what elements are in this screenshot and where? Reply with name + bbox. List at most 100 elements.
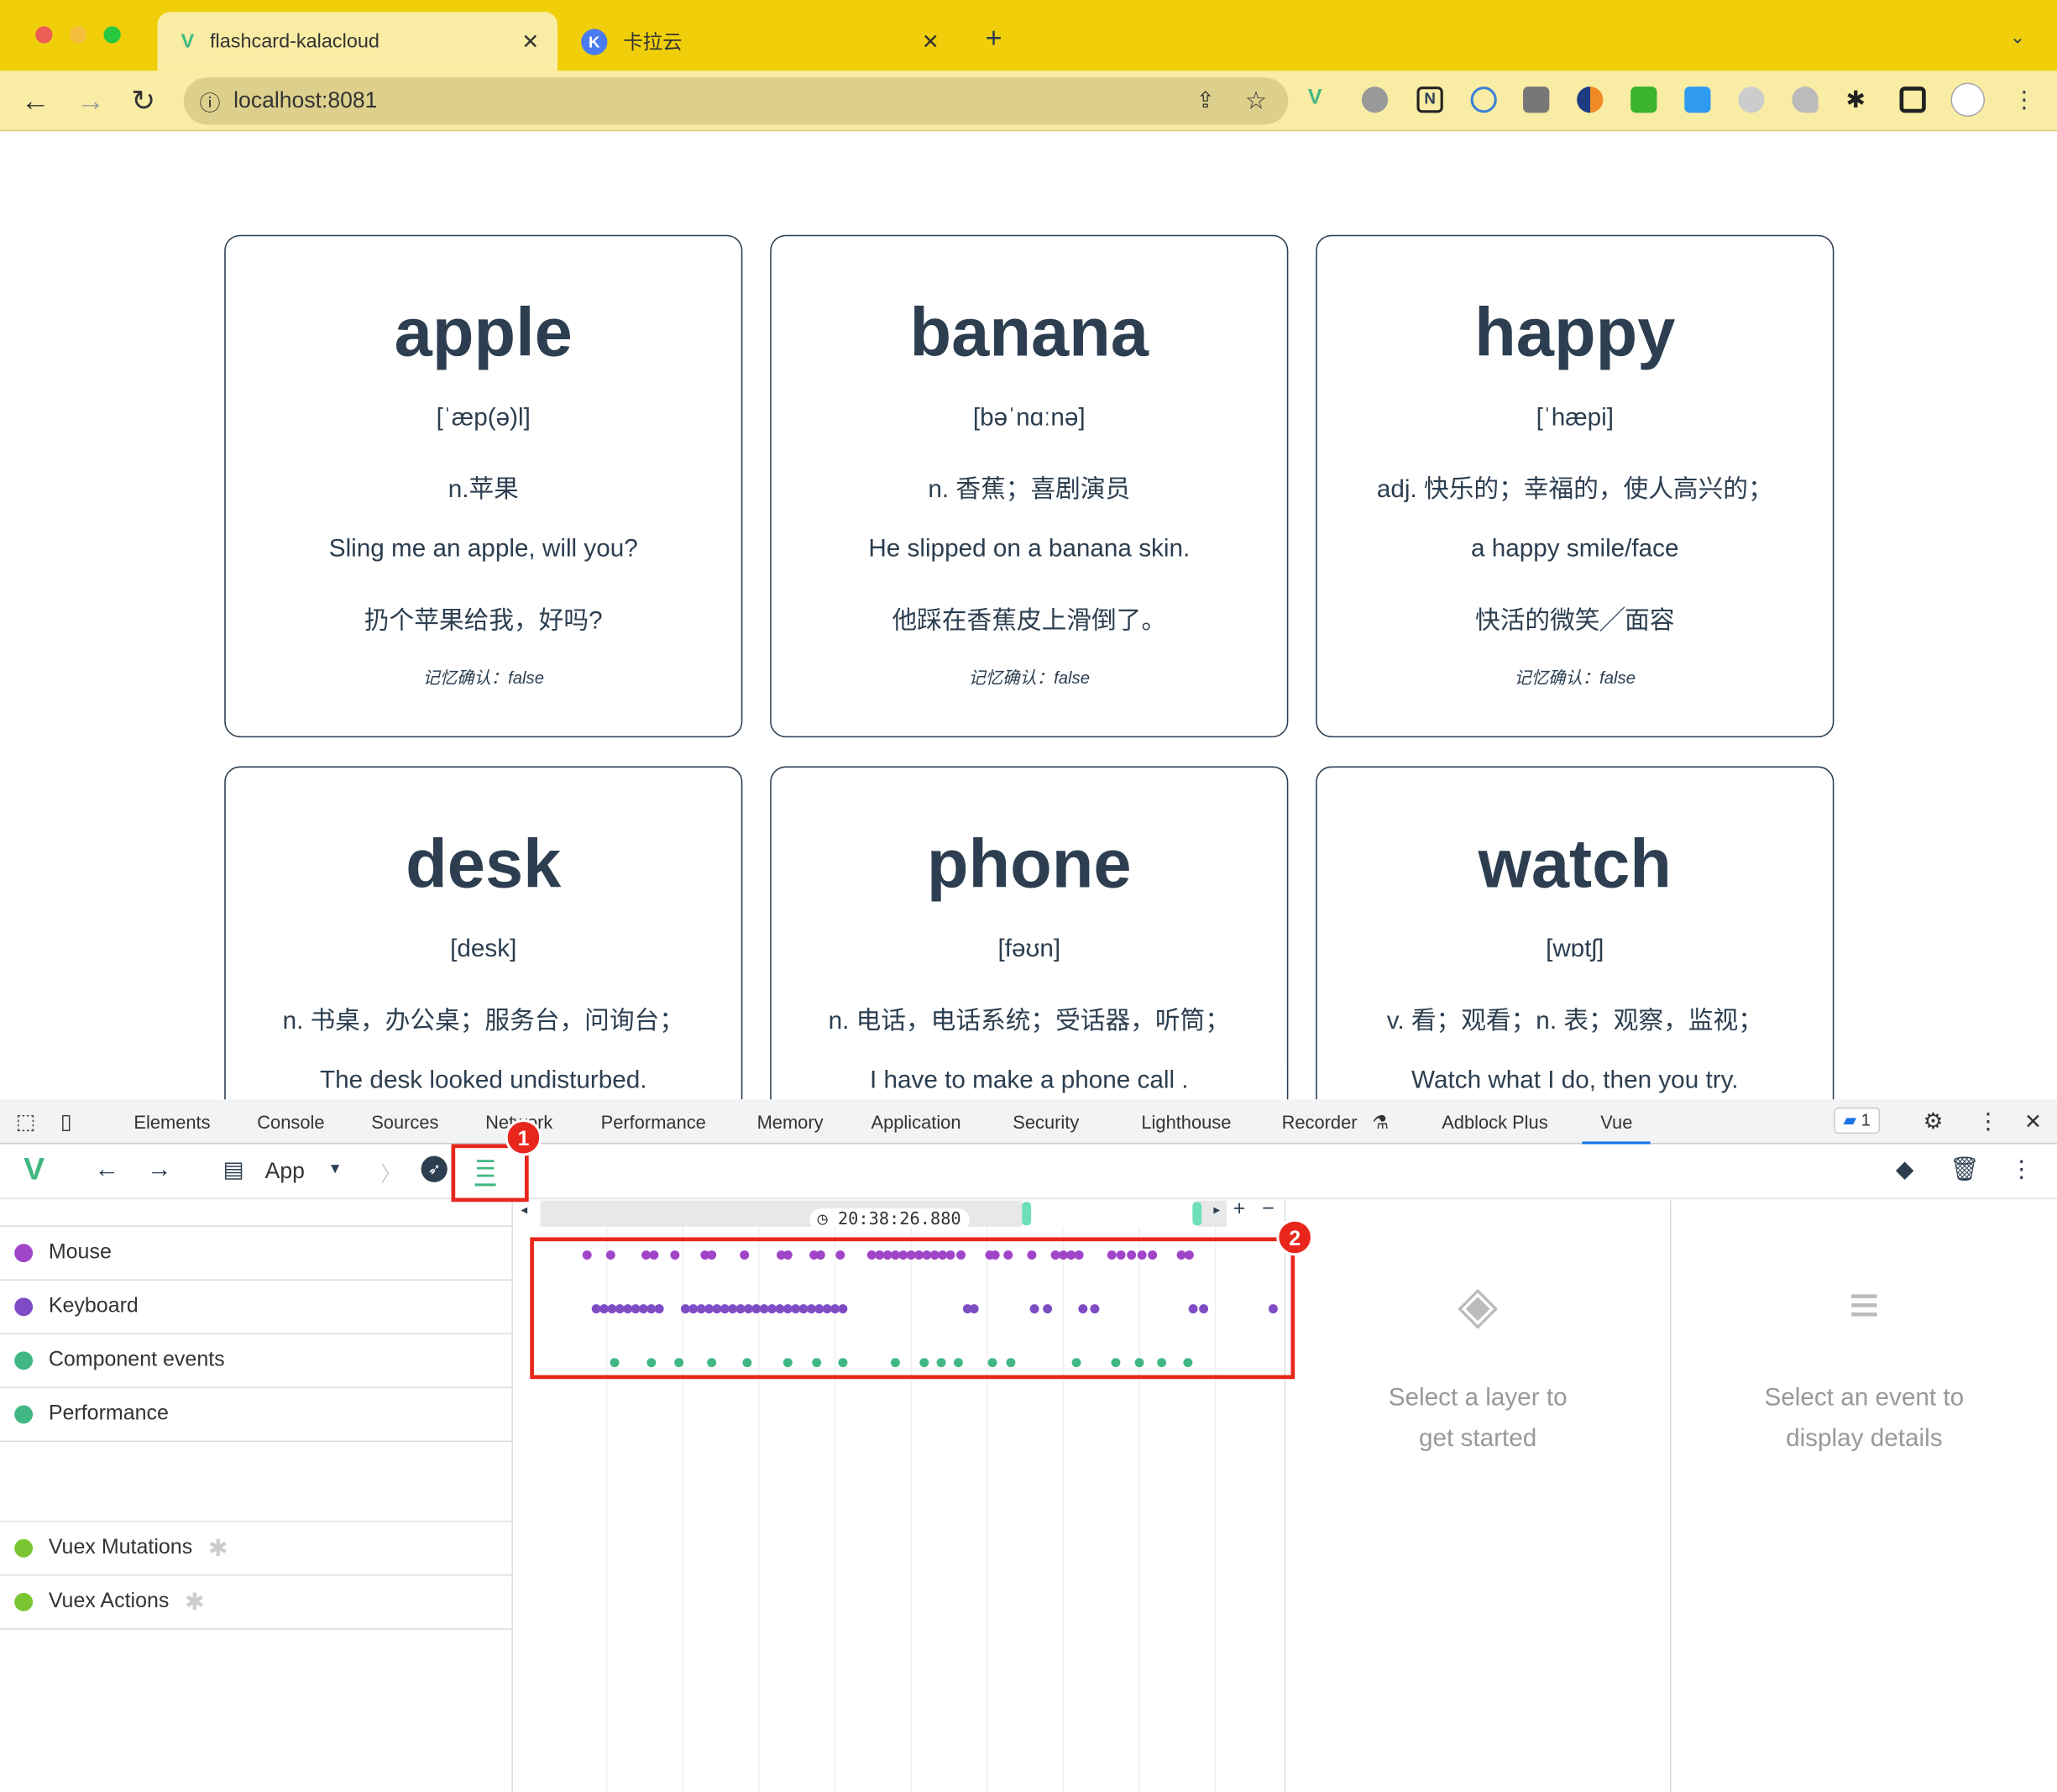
- app-selector[interactable]: App: [265, 1159, 305, 1185]
- grid-extension-icon[interactable]: [1630, 86, 1657, 113]
- puzzle-extensions-icon[interactable]: ✱: [1845, 86, 1871, 113]
- zoom-out-icon[interactable]: −: [1262, 1198, 1275, 1222]
- card-phonetic: [fəʊn]: [997, 935, 1061, 963]
- card-word: apple: [394, 295, 573, 372]
- device-toolbar-icon[interactable]: ▯: [60, 1108, 72, 1134]
- card-phonetic: [ˈæp(ə)l]: [436, 404, 531, 432]
- devtools-tab-elements[interactable]: Elements: [133, 1111, 210, 1132]
- devtools-tab-console[interactable]: Console: [257, 1111, 324, 1132]
- share-icon[interactable]: ⇪: [1196, 88, 1215, 114]
- password-extension-icon[interactable]: [1470, 86, 1497, 113]
- card-memory-status: 记忆确认：false: [1514, 668, 1636, 688]
- card-meaning: n. 电话，电话系统；受话器，听筒；: [828, 1008, 1230, 1035]
- flashcard-banana[interactable]: banana [bəˈnɑːnə] n. 香蕉；喜剧演员 He slipped on …: [770, 234, 1289, 738]
- address-bar[interactable]: ⓘ localhost:8081 ⇪ ☆: [183, 77, 1289, 125]
- scroll-left-icon[interactable]: ◂: [521, 1203, 527, 1218]
- clear-timeline-icon[interactable]: 🗑: [1950, 1156, 1980, 1184]
- card-meaning: v. 看；观看；n. 表；观察，监视；: [1386, 1008, 1763, 1035]
- card-meaning: n. 香蕉；喜剧演员: [928, 476, 1131, 504]
- notion-extension-icon[interactable]: N: [1416, 86, 1443, 113]
- side-panel-icon[interactable]: [1899, 86, 1926, 113]
- close-tab-icon[interactable]: ✕: [521, 29, 539, 55]
- vue-devtools-toolbar: V ← → ▤ App ▼ 〉 ➶ ☰ ◆ 🗑 ⋮: [0, 1145, 2057, 1200]
- issues-badge[interactable]: ▰ 1: [1834, 1107, 1880, 1134]
- translate-extension-icon[interactable]: [1684, 86, 1711, 113]
- devtools-tab-adblock-plus[interactable]: Adblock Plus: [1442, 1111, 1547, 1132]
- layer-label: Mouse: [48, 1241, 112, 1264]
- card-word: phone: [926, 826, 1132, 903]
- flashcard-watch[interactable]: watch [wɒtʃ] v. 看；观看；n. 表；观察，监视； Watch what…: [1316, 766, 1835, 1100]
- layers-icon: ◈: [1458, 1276, 1499, 1335]
- layers-icon[interactable]: ◆: [1896, 1156, 1914, 1184]
- devtools-menu-icon[interactable]: ⋮: [1977, 1108, 2000, 1134]
- bookmark-star-icon[interactable]: ☆: [1245, 86, 1268, 116]
- card-translation: 扔个苹果给我，好吗?: [364, 607, 603, 636]
- forward-icon[interactable]: →: [76, 84, 105, 118]
- flashcard-desk[interactable]: desk [desk] n. 书桌，办公桌；服务台，问询台； The desk loo…: [224, 766, 743, 1100]
- issues-count: 1: [1861, 1109, 1871, 1130]
- inspect-element-icon[interactable]: ⬚: [16, 1108, 36, 1134]
- close-tab-icon[interactable]: ✕: [922, 29, 940, 55]
- scroll-right-icon[interactable]: ▸: [1213, 1203, 1220, 1218]
- mail-extension-icon[interactable]: [1523, 86, 1550, 113]
- card-phonetic: [ˈhæpi]: [1536, 404, 1614, 432]
- settings-gear-icon[interactable]: ⚙: [1924, 1108, 1944, 1134]
- screen: V flashcard-kalacloud ✕ K 卡拉云 ✕ + ⌄ ← → …: [0, 0, 2057, 1792]
- layer-vuex-mutations[interactable]: Vuex Mutations ✱: [0, 1522, 512, 1576]
- range-handle-left[interactable]: [1022, 1202, 1032, 1226]
- devtools-tab-memory[interactable]: Memory: [757, 1111, 824, 1132]
- vue-extension-icon[interactable]: V: [1308, 86, 1334, 113]
- layer-vuex-actions[interactable]: Vuex Actions ✱: [0, 1576, 512, 1630]
- flashcard-page: apple [ˈæp(ə)l] n.苹果 Sling me an apple, wil…: [0, 132, 2057, 1100]
- history-back-icon[interactable]: ←: [95, 1156, 120, 1185]
- vue-logo-icon: V: [24, 1151, 45, 1188]
- card-phonetic: [bəˈnɑːnə]: [972, 404, 1086, 432]
- s-extension-icon[interactable]: [1577, 86, 1604, 113]
- layer-performance[interactable]: Performance: [0, 1388, 512, 1443]
- card-example: Sling me an apple, will you?: [328, 535, 638, 563]
- empty-event-message: Select an event to display details: [1764, 1384, 1965, 1453]
- devtools-tab-sources[interactable]: Sources: [371, 1111, 438, 1132]
- devtools-tab-application[interactable]: Application: [871, 1111, 961, 1132]
- tab-search-chevron-icon[interactable]: ⌄: [2010, 26, 2025, 49]
- reload-icon[interactable]: ↻: [131, 84, 155, 118]
- devtools-tab-security[interactable]: Security: [1013, 1111, 1079, 1132]
- browser-tab-flashcard[interactable]: V flashcard-kalacloud ✕: [157, 12, 558, 71]
- layer-component-events[interactable]: Component events: [0, 1334, 512, 1389]
- card-translation: 快活的微笑╱面容: [1475, 607, 1675, 636]
- flashcard-apple[interactable]: apple [ˈæp(ə)l] n.苹果 Sling me an apple, wil…: [224, 234, 743, 738]
- devtools-tab-lighthouse[interactable]: Lighthouse: [1141, 1111, 1231, 1132]
- devtools-tab-vue[interactable]: Vue: [1582, 1111, 1651, 1145]
- chat-extension-icon[interactable]: [1792, 86, 1819, 113]
- event-details-empty: ≡ Select an event to display details: [1670, 1200, 2057, 1792]
- tab-title: flashcard-kalacloud: [210, 29, 379, 53]
- minimize-window-button[interactable]: [69, 26, 87, 44]
- components-compass-icon[interactable]: ➶: [421, 1155, 448, 1182]
- breadcrumb-separator-icon: 〉: [380, 1163, 402, 1187]
- flashcard-phone[interactable]: phone [fəʊn] n. 电话，电话系统；受话器，听筒； I have to m…: [770, 766, 1289, 1100]
- grey-extension-icon[interactable]: [1738, 86, 1765, 113]
- layer-mouse[interactable]: Mouse: [0, 1227, 512, 1281]
- dropdown-caret-icon[interactable]: ▼: [328, 1161, 343, 1177]
- maximize-window-button[interactable]: [103, 26, 121, 44]
- close-window-button[interactable]: [35, 26, 53, 44]
- info-icon: ⓘ: [199, 92, 221, 116]
- tomato-extension-icon[interactable]: [1361, 86, 1389, 113]
- back-icon[interactable]: ←: [21, 84, 50, 118]
- devtools-tab-performance[interactable]: Performance: [601, 1111, 706, 1132]
- new-tab-button[interactable]: +: [985, 21, 1002, 55]
- close-devtools-icon[interactable]: ✕: [2024, 1108, 2042, 1134]
- profile-avatar[interactable]: [1950, 82, 1986, 118]
- chrome-menu-icon[interactable]: ⋮: [2013, 86, 2036, 114]
- browser-tab-kalacloud[interactable]: K 卡拉云 ✕: [557, 12, 958, 71]
- flashcard-happy[interactable]: happy [ˈhæpi] adj. 快乐的；幸福的，使人高兴的； a happy s…: [1316, 234, 1835, 738]
- history-forward-icon[interactable]: →: [147, 1156, 172, 1185]
- devtools-tab-recorder[interactable]: Recorder: [1282, 1111, 1358, 1132]
- vue-menu-icon[interactable]: ⋮: [2010, 1156, 2033, 1184]
- layer-color-dot: [14, 1351, 34, 1370]
- card-word: watch: [1478, 826, 1672, 903]
- card-example: The desk looked undisturbed.: [320, 1066, 647, 1095]
- layer-keyboard[interactable]: Keyboard: [0, 1281, 512, 1335]
- range-handle-right[interactable]: [1192, 1202, 1202, 1226]
- zoom-in-icon[interactable]: +: [1233, 1198, 1246, 1222]
